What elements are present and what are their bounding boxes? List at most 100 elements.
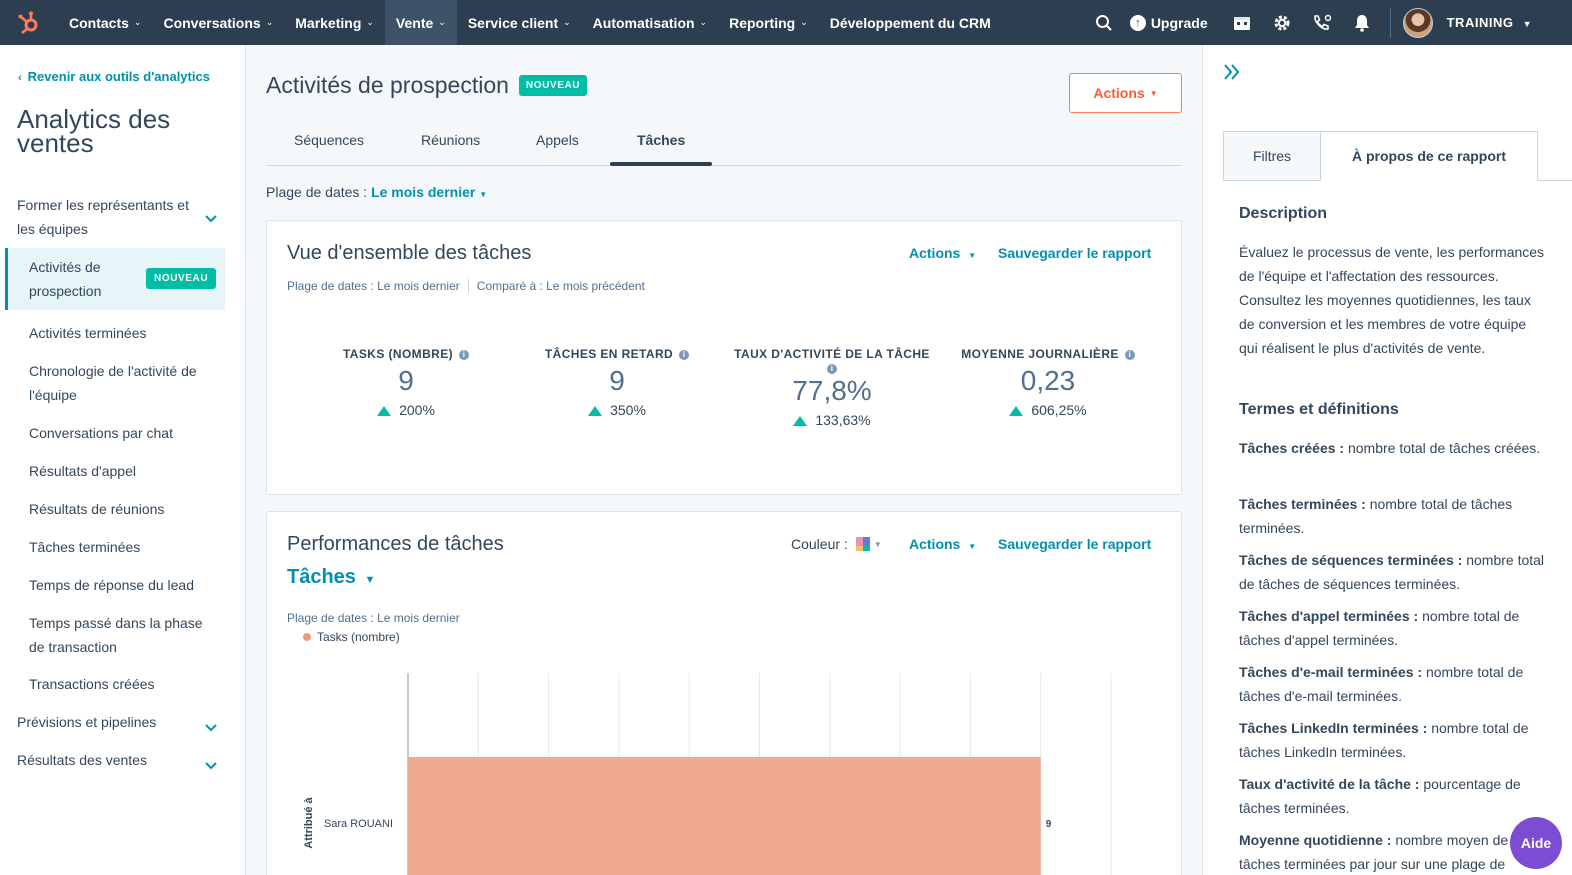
sidebar-group-label: Prévisions et pipelines: [17, 714, 157, 730]
nav-item-label: Service client: [467, 14, 559, 31]
nav-item-reporting[interactable]: Reporting ⌄: [718, 0, 819, 45]
nav-item-service-client[interactable]: Service client ⌄: [457, 0, 582, 45]
date-range-value: Le mois dernier: [371, 184, 476, 200]
nav-item-label: Conversations: [163, 14, 261, 31]
term-name: Tâches de séquences terminées :: [1239, 552, 1463, 568]
meta-date-range: Plage de dates : Le mois dernier: [287, 279, 460, 293]
legend-swatch: [303, 633, 311, 641]
sidebar-item[interactable]: Temps de réponse du lead: [29, 573, 217, 597]
tab-tasks[interactable]: Tâches: [637, 132, 685, 148]
sidebar-item-active[interactable]: Activités de prospection NOUVEAU: [5, 248, 225, 310]
new-badge: NOUVEAU: [146, 268, 217, 289]
term-name: Tâches créées :: [1239, 440, 1345, 456]
sidebar-item[interactable]: Tâches terminées: [29, 535, 217, 559]
chart-y-axis-label: Attribué à: [303, 796, 315, 848]
calling-phone-icon[interactable]: [1302, 0, 1342, 45]
tab-calls[interactable]: Appels: [536, 132, 579, 148]
chevron-left-icon: ‹: [18, 72, 22, 84]
tab-filters[interactable]: Filtres: [1223, 131, 1321, 181]
chart-value-label: 9: [1046, 819, 1052, 830]
sidebar-title: Analytics des ventes: [17, 104, 171, 158]
chevron-down-icon: [205, 716, 217, 740]
performance-actions-dropdown[interactable]: Actions ▼: [909, 536, 976, 552]
sidebar: ‹ Revenir aux outils d'analytics Analytic…: [0, 45, 246, 875]
nav-item-label: Développement du CRM: [829, 14, 991, 31]
nav-item-vente[interactable]: Vente ⌄: [384, 0, 457, 45]
overview-actions-dropdown[interactable]: Actions ▼: [909, 245, 976, 261]
term-name: Moyenne quotidienne :: [1239, 832, 1392, 848]
sidebar-group-train[interactable]: Former les représentants et les équipes: [17, 193, 217, 241]
collapse-panel-icon[interactable]: [1223, 61, 1241, 87]
metric-dropdown[interactable]: Tâches ▼: [287, 566, 375, 589]
term-def: nombre total de tâches créées.: [1347, 440, 1541, 456]
term-name: Tâches terminées :: [1239, 496, 1366, 512]
term-definition: Taux d'activité de la tâche : pourcentag…: [1239, 772, 1545, 820]
report-tabs: Séquences Réunions Appels Tâches: [266, 120, 1182, 166]
sidebar-item[interactable]: Résultats de réunions: [29, 497, 217, 521]
back-to-analytics-link[interactable]: ‹ Revenir aux outils d'analytics: [18, 69, 210, 84]
tab-about-report[interactable]: À propos de ce rapport: [1320, 131, 1538, 181]
up-triangle-icon: [588, 406, 603, 416]
date-range-label: Plage de dates :: [266, 184, 368, 200]
info-icon[interactable]: i: [459, 350, 470, 360]
sidebar-item[interactable]: Chronologie de l'activité de l'équipe: [29, 359, 217, 407]
description-text: Évaluez le processus de vente, les perfo…: [1239, 244, 1545, 356]
tab-sequences[interactable]: Séquences: [294, 132, 364, 148]
kpi-label: TÂCHES EN RETARD i: [507, 347, 727, 361]
chevron-down-icon: ⌄: [438, 17, 446, 27]
performance-meta: Plage de dates : Le mois dernier: [287, 611, 460, 625]
info-icon[interactable]: i: [827, 364, 837, 374]
task-performance-chart: Sara ROUANI 9 Attribué à: [303, 673, 1112, 875]
terms-heading: Termes et définitions: [1239, 401, 1399, 418]
term-definition: Tâches LinkedIn terminées : nombre total…: [1239, 716, 1545, 764]
info-icon[interactable]: i: [679, 350, 690, 360]
performance-save-report-link[interactable]: Sauvegarder le rapport: [998, 536, 1151, 552]
user-avatar[interactable]: [1402, 7, 1433, 38]
kpi-daily-average: MOYENNE JOURNALIÈRE i 0,23 606,25%: [938, 347, 1158, 418]
caret-down-icon: ▼: [968, 542, 977, 551]
sidebar-item[interactable]: Temps passé dans la phase de transaction: [29, 611, 217, 659]
page-title: Activités de prospection NOUVEAU: [266, 72, 588, 99]
help-button[interactable]: Aide: [1510, 817, 1562, 869]
panel-tabs: Filtres À propos de ce rapport: [1223, 131, 1572, 181]
overview-save-report-link[interactable]: Sauvegarder le rapport: [998, 245, 1151, 261]
kpi-delta-text: 350%: [610, 402, 646, 418]
sidebar-group-forecast[interactable]: Prévisions et pipelines: [17, 710, 217, 734]
hubspot-logo-icon[interactable]: [0, 0, 58, 45]
kpi-value: 77,8%: [792, 375, 872, 406]
sidebar-group-results[interactable]: Résultats des ventes: [17, 748, 217, 772]
nav-item-automatisation[interactable]: Automatisation ⌄: [582, 0, 718, 45]
performance-card: Performances de tâches Couleur : ▼ Actio…: [266, 511, 1182, 875]
term-name: Tâches d'appel terminées :: [1239, 608, 1419, 624]
nav-item-d-veloppement-du-crm[interactable]: Développement du CRM: [819, 0, 1002, 45]
page-title-text: Activités de prospection: [266, 72, 509, 98]
upgrade-button[interactable]: ↑ Upgrade: [1124, 14, 1222, 31]
kpi-label-text: TAUX D'ACTIVITÉ DE LA TÂCHE: [734, 347, 930, 361]
actions-button[interactable]: Actions ▼: [1069, 73, 1182, 113]
nav-item-contacts[interactable]: Contacts ⌄: [58, 0, 152, 45]
overview-card: Vue d'ensemble des tâches Actions ▼ Sauv…: [266, 220, 1182, 495]
info-icon[interactable]: i: [1124, 350, 1135, 360]
date-range-dropdown[interactable]: Le mois dernier ▼: [371, 184, 487, 200]
sidebar-item[interactable]: Transactions créées: [29, 672, 217, 696]
kpi-delta-text: 133,63%: [815, 412, 871, 428]
term-definition: Moyenne quotidienne : nombre moyen de tâ…: [1239, 828, 1545, 875]
caret-down-icon: ▼: [968, 251, 977, 260]
search-icon[interactable]: [1084, 0, 1124, 45]
chart-legend: Tasks (nombre): [303, 630, 400, 644]
term-definition: Tâches d'e-mail terminées : nombre total…: [1239, 660, 1545, 708]
notifications-bell-icon[interactable]: [1342, 0, 1382, 45]
chart-bar[interactable]: [408, 757, 1041, 875]
marketplace-icon[interactable]: [1222, 0, 1262, 45]
actions-label: Actions: [1093, 85, 1145, 101]
account-menu[interactable]: TRAINING ▼: [1433, 15, 1572, 30]
sidebar-item[interactable]: Activités terminées: [29, 321, 217, 345]
nav-item-marketing[interactable]: Marketing ⌄: [284, 0, 385, 45]
sidebar-item[interactable]: Conversations par chat: [29, 421, 217, 445]
color-picker[interactable]: Couleur : ▼: [791, 536, 882, 552]
nav-item-conversations[interactable]: Conversations ⌄: [152, 0, 284, 45]
tab-meetings[interactable]: Réunions: [421, 132, 480, 148]
kpi-delta-text: 200%: [399, 402, 435, 418]
settings-gear-icon[interactable]: [1262, 0, 1302, 45]
sidebar-item[interactable]: Résultats d'appel: [29, 459, 217, 483]
